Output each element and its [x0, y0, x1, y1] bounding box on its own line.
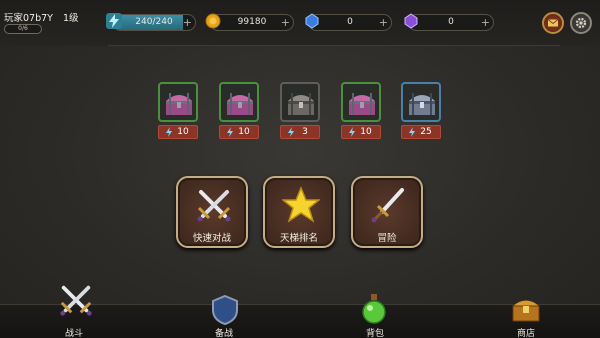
chest-cost-value: 3	[302, 127, 308, 137]
energy-icon	[349, 127, 355, 137]
chest-cost: 25	[401, 125, 441, 139]
coin-counter: 99180 +	[210, 14, 294, 31]
star-icon	[282, 186, 320, 223]
ladder-ranking-label: 天梯排名	[279, 233, 318, 244]
crossed-swords-icon	[60, 285, 92, 316]
adventure-button[interactable]: 冒险	[351, 176, 423, 248]
purple-gem-value: 0	[448, 17, 454, 27]
settings-button[interactable]	[570, 12, 592, 34]
adventure-label: 冒险	[377, 233, 397, 244]
energy-icon	[227, 127, 233, 137]
nav-backpack-label: 背包	[365, 329, 384, 338]
player-name: 玩家07b7Y	[4, 13, 53, 24]
chest-icon	[280, 82, 320, 122]
nav-prepare[interactable]: 备战	[194, 294, 254, 338]
treasure-chest-icon	[512, 300, 540, 322]
crossed-swords-icon	[197, 190, 231, 222]
energy-icon	[288, 127, 294, 137]
chest-slot-1[interactable]: 10	[158, 82, 198, 139]
coin-value: 99180	[237, 17, 267, 27]
blue-gem-add-button[interactable]: +	[379, 15, 388, 30]
gear-icon	[575, 17, 587, 29]
blue-gem-counter: 0 +	[308, 14, 392, 31]
blue-gem-icon	[304, 13, 320, 29]
energy-icon	[106, 13, 122, 29]
nav-battle[interactable]: 战斗	[44, 285, 104, 338]
shield-icon	[212, 294, 238, 326]
top-bar: 玩家07b7Y 1级 0/6 240/240 + 99180 + 0 + 0 +	[0, 0, 600, 46]
chest-cost-value: 10	[238, 127, 250, 137]
chest-slot-4[interactable]: 10	[341, 82, 381, 139]
potion-icon	[362, 294, 386, 324]
chest-slot-5[interactable]: 25	[401, 82, 441, 139]
chest-cost: 3	[280, 125, 320, 139]
purple-gem-icon	[403, 13, 419, 29]
nav-shop[interactable]: 商店	[496, 294, 556, 338]
player-exp-bar: 0/6	[4, 24, 42, 34]
player-info[interactable]: 玩家07b7Y 1级	[4, 10, 79, 24]
nav-battle-label: 战斗	[64, 329, 83, 338]
energy-icon	[166, 127, 172, 137]
energy-icon	[409, 127, 415, 137]
blue-gem-value: 0	[347, 17, 353, 27]
mail-button[interactable]	[542, 12, 564, 34]
sword-icon	[371, 188, 404, 223]
quick-battle-button[interactable]: 快速对战	[176, 176, 248, 248]
chest-cost: 10	[158, 125, 198, 139]
chest-slot-3[interactable]: 3	[280, 82, 320, 139]
energy-value: 240/240	[135, 17, 173, 27]
purple-gem-counter: 0 +	[408, 14, 494, 31]
purple-gem-add-button[interactable]: +	[481, 15, 490, 30]
chest-icon	[158, 82, 198, 122]
chest-cost: 10	[341, 125, 381, 139]
nav-shop-label: 商店	[516, 329, 535, 338]
chest-icon	[219, 82, 259, 122]
chest-cost-value: 25	[420, 127, 432, 137]
chest-cost: 10	[219, 125, 259, 139]
coin-add-button[interactable]: +	[281, 15, 290, 30]
energy-counter: 240/240 +	[112, 14, 196, 31]
chest-cost-value: 10	[360, 127, 372, 137]
chest-cost-value: 10	[177, 127, 189, 137]
coin-icon	[205, 13, 221, 29]
player-level: 1级	[62, 13, 79, 24]
nav-prepare-label: 备战	[214, 329, 233, 338]
nav-backpack[interactable]: 背包	[345, 294, 405, 338]
ladder-ranking-button[interactable]: 天梯排名	[263, 176, 335, 248]
chest-slot-2[interactable]: 10	[219, 82, 259, 139]
quick-battle-label: 快速对战	[192, 233, 231, 244]
chest-icon	[341, 82, 381, 122]
energy-add-button[interactable]: +	[183, 15, 192, 30]
chest-icon	[401, 82, 441, 122]
mail-icon	[547, 19, 559, 27]
